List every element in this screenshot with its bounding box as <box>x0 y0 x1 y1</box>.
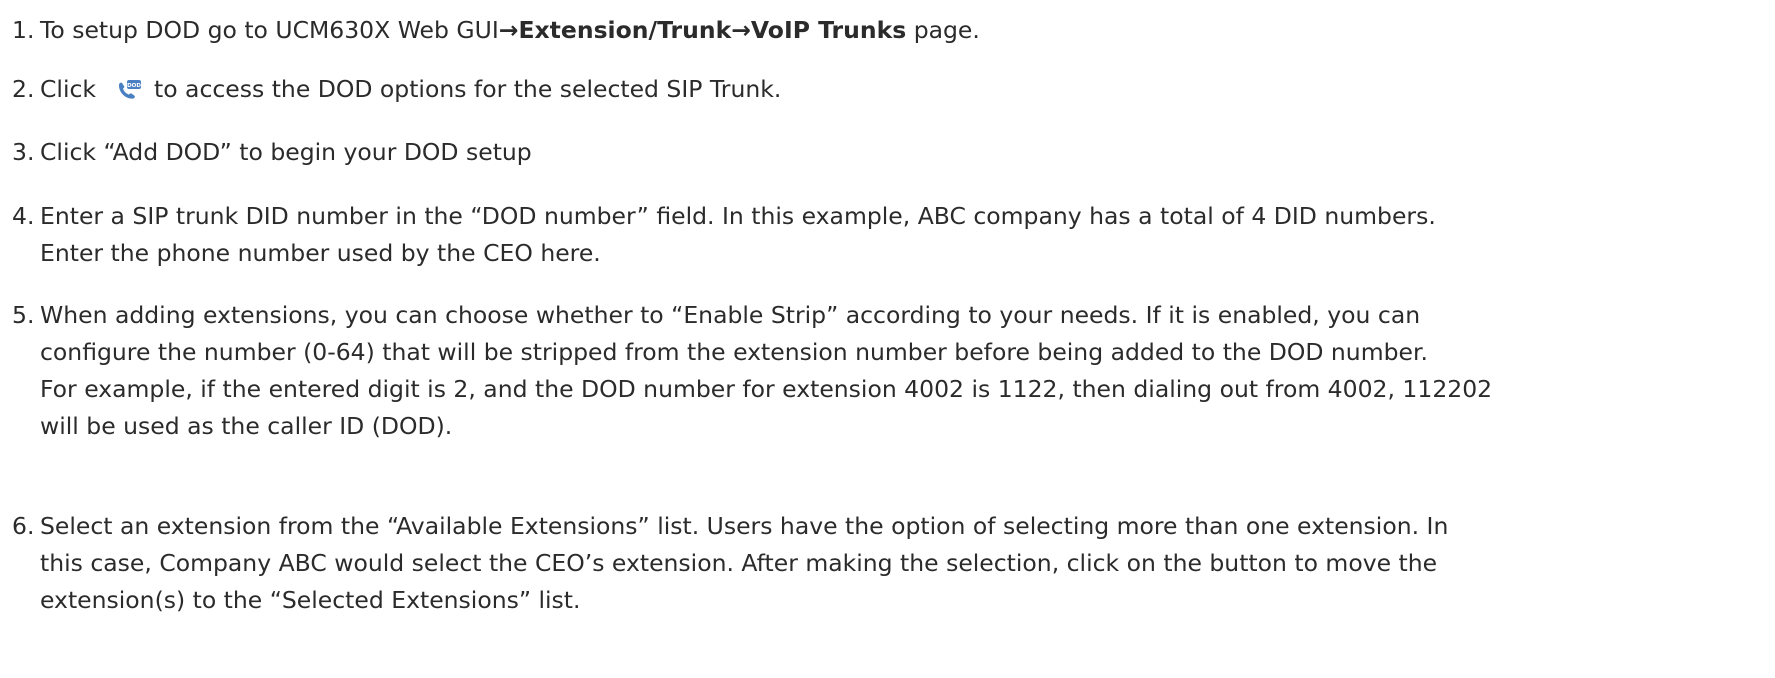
step-number: 4. <box>12 202 35 230</box>
step-text-line: When adding extensions, you can choose w… <box>40 301 1421 329</box>
nav-arrow: → <box>731 16 751 44</box>
svg-text:DOD: DOD <box>127 83 141 89</box>
step-text-line: Select an extension from the “Available … <box>40 512 1449 540</box>
menu-voip-trunks: VoIP Trunks <box>750 16 907 44</box>
menu-extension-trunk: Extension/Trunk <box>518 16 732 44</box>
step-text-line: Enter the phone number used by the CEO h… <box>40 239 601 267</box>
dod-phone-icon[interactable]: DOD <box>116 75 142 99</box>
step-text-line: For example, if the entered digit is 2, … <box>40 375 1493 403</box>
step-text-line: Enter a SIP trunk DID number in the “DOD… <box>40 202 1436 230</box>
step-text-intro: To setup DOD go to UCM630X Web GUI <box>40 16 499 44</box>
step-text-line: will be used as the caller ID (DOD). <box>40 412 453 440</box>
step-text-line: extension(s) to the “Selected Extensions… <box>40 586 581 614</box>
step-text-end: to access the DOD options for the select… <box>154 75 782 103</box>
step-number: 6. <box>12 512 35 540</box>
step-text: To setup DOD go to UCM630X Web GUI→Exten… <box>40 12 980 49</box>
step-number: 2. <box>12 75 35 103</box>
step-text-line: Click “Add DOD” to begin your DOD setup <box>40 138 532 166</box>
step-text-line: this case, Company ABC would select the … <box>40 549 1438 577</box>
step-text-end: page. <box>906 16 980 44</box>
document-page: 1. To setup DOD go to UCM630X Web GUI→Ex… <box>0 0 1775 678</box>
step-text-line: configure the number (0-64) that will be… <box>40 338 1428 366</box>
step-number: 5. <box>12 301 35 329</box>
step-text-intro: Click <box>40 75 96 103</box>
nav-arrow: → <box>498 16 519 44</box>
step-number: 3. <box>12 138 35 166</box>
step-text: Click DOD to access the DOD options for … <box>40 71 781 108</box>
step-number: 1. <box>12 16 35 44</box>
